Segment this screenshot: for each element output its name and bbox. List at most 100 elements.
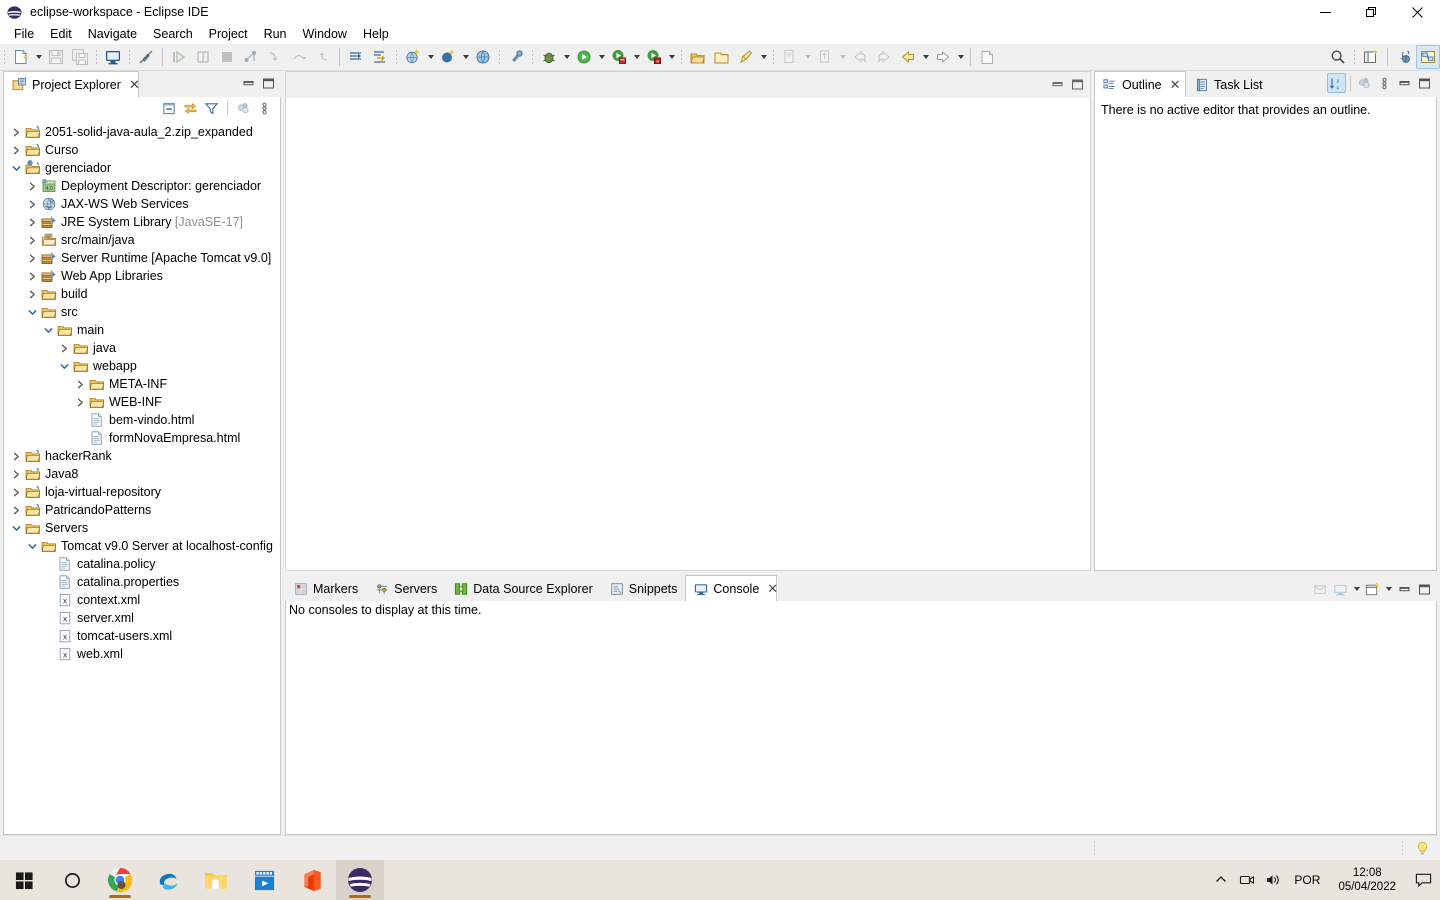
next-annotation-icon[interactable] [344,45,368,69]
window-restore-button[interactable] [1348,0,1394,24]
menu-window[interactable]: Window [295,24,355,44]
tab-project-explorer[interactable]: Project Explorer ✕ [3,71,140,97]
tree-item[interactable]: Tomcat v9.0 Server at localhost-config [4,537,280,555]
console-body[interactable]: No consoles to display at this time. [285,601,1437,835]
chevron-down-icon[interactable] [24,537,40,555]
run-server-dropdown[interactable] [631,45,642,69]
sort-icon[interactable]: a z [1327,73,1346,93]
toolbar-drag-handle-8[interactable] [770,48,777,66]
run-icon[interactable] [572,45,596,69]
tree-item[interactable]: 4.0 Deployment Descriptor: gerenciador [4,177,280,195]
chevron-right-icon[interactable] [8,465,24,483]
display-selected-console-dropdown[interactable] [1351,577,1362,601]
chevron-down-icon[interactable] [8,519,24,537]
debug-dropdown[interactable] [561,45,572,69]
chevron-down-icon[interactable] [8,159,24,177]
save-icon[interactable] [44,45,68,69]
tree-item[interactable]: src/main/java [4,231,280,249]
chevron-right-icon[interactable] [24,195,40,213]
outline-link-with-editor-icon[interactable] [1355,73,1374,93]
show-hidden-icons-icon[interactable] [1208,860,1234,900]
toolbar-drag-handle-6[interactable] [529,48,536,66]
tree-item[interactable]: src [4,303,280,321]
tree-item[interactable]: catalina.policy [4,555,280,573]
tab-task-list[interactable]: Task List [1186,71,1282,97]
tree-item[interactable]: hackerRank [4,447,280,465]
new-perspective-icon[interactable] [1359,45,1383,69]
focus-on-active-task-icon[interactable] [234,99,253,119]
tree-item[interactable]: gerenciador [4,159,280,177]
previous-annotation-icon[interactable] [368,45,392,69]
eclipse-button[interactable] [336,860,384,900]
toolbar-drag-handle[interactable] [1,48,8,66]
forward-icon[interactable] [872,45,896,69]
tree-item[interactable]: webapp [4,357,280,375]
tree-item[interactable]: loja-virtual-repository [4,483,280,501]
tree-item[interactable]: build [4,285,280,303]
save-all-icon[interactable] [68,45,92,69]
chevron-right-icon[interactable] [8,501,24,519]
tree-item[interactable]: Java8 [4,465,280,483]
run-server-icon[interactable] [607,45,631,69]
volume-icon[interactable] [1260,860,1286,900]
skip-all-breakpoints-icon[interactable] [167,45,191,69]
new-java-package-icon[interactable] [813,45,837,69]
tab-servers[interactable]: Servers [366,575,445,601]
tab-snippets[interactable]: Snippets [601,575,686,601]
camera-icon[interactable] [1234,860,1260,900]
chevron-down-icon[interactable] [56,357,72,375]
chevron-right-icon[interactable] [24,177,40,195]
editor-maximize-icon[interactable] [1068,74,1087,94]
step-return-icon[interactable] [311,45,335,69]
new-java-class-dropdown[interactable] [802,45,813,69]
open-task-dropdown[interactable] [758,45,769,69]
run-dropdown[interactable] [596,45,607,69]
bottom-panel-minimize-icon[interactable] [1395,579,1414,599]
toolbar-drag-handle-7[interactable] [678,48,685,66]
tree-item[interactable]: catalina.properties [4,573,280,591]
open-resource-icon[interactable] [710,45,734,69]
new-web-project-icon[interactable] [401,45,425,69]
search-button[interactable] [48,860,96,900]
chrome-button[interactable] [96,860,144,900]
toolbar-drag-handle-2[interactable] [93,48,100,66]
tree-item[interactable]: Server Runtime [Apache Tomcat v9.0] [4,249,280,267]
tree-item[interactable]: WEB-INF [4,393,280,411]
menu-project[interactable]: Project [201,24,256,44]
window-close-button[interactable] [1394,0,1440,24]
project-explorer-minimize-icon[interactable] [239,73,258,93]
menu-navigate[interactable]: Navigate [80,24,145,44]
new-web-project-dropdown[interactable] [425,45,436,69]
tree-item[interactable]: 2051-solid-java-aula_2.zip_expanded [4,123,280,141]
edge-button[interactable] [144,860,192,900]
menu-search[interactable]: Search [145,24,201,44]
view-filter-icon[interactable] [202,99,221,119]
tree-item[interactable]: java [4,339,280,357]
new-server-icon[interactable] [436,45,460,69]
chevron-right-icon[interactable] [24,213,40,231]
tree-item[interactable]: x web.xml [4,645,280,663]
step-into-icon[interactable] [263,45,287,69]
chevron-right-icon[interactable] [8,123,24,141]
suspend-icon[interactable] [215,45,239,69]
run-coverage-dropdown[interactable] [666,45,677,69]
chevron-right-icon[interactable] [24,231,40,249]
movies-tv-button[interactable] [240,860,288,900]
menu-help[interactable]: Help [355,24,397,44]
action-center-icon[interactable] [1406,860,1440,900]
step-over-icon[interactable] [287,45,311,69]
open-console-icon[interactable] [101,45,125,69]
tree-item[interactable]: JRE System Library [JavaSE-17] [4,213,280,231]
office-button[interactable] [288,860,336,900]
tree-item[interactable]: Curso [4,141,280,159]
open-type-icon[interactable] [686,45,710,69]
new-wizard-icon[interactable] [9,45,33,69]
tree-item[interactable]: Servers [4,519,280,537]
tree-item[interactable]: META-INF [4,375,280,393]
toolbar-drag-handle-9[interactable] [1351,48,1358,66]
previous-edit-dropdown[interactable] [920,45,931,69]
tree-item[interactable]: bem-vindo.html [4,411,280,429]
new-web-service-icon[interactable] [471,45,495,69]
menu-edit[interactable]: Edit [42,24,80,44]
outline-maximize-icon[interactable] [1415,73,1434,93]
